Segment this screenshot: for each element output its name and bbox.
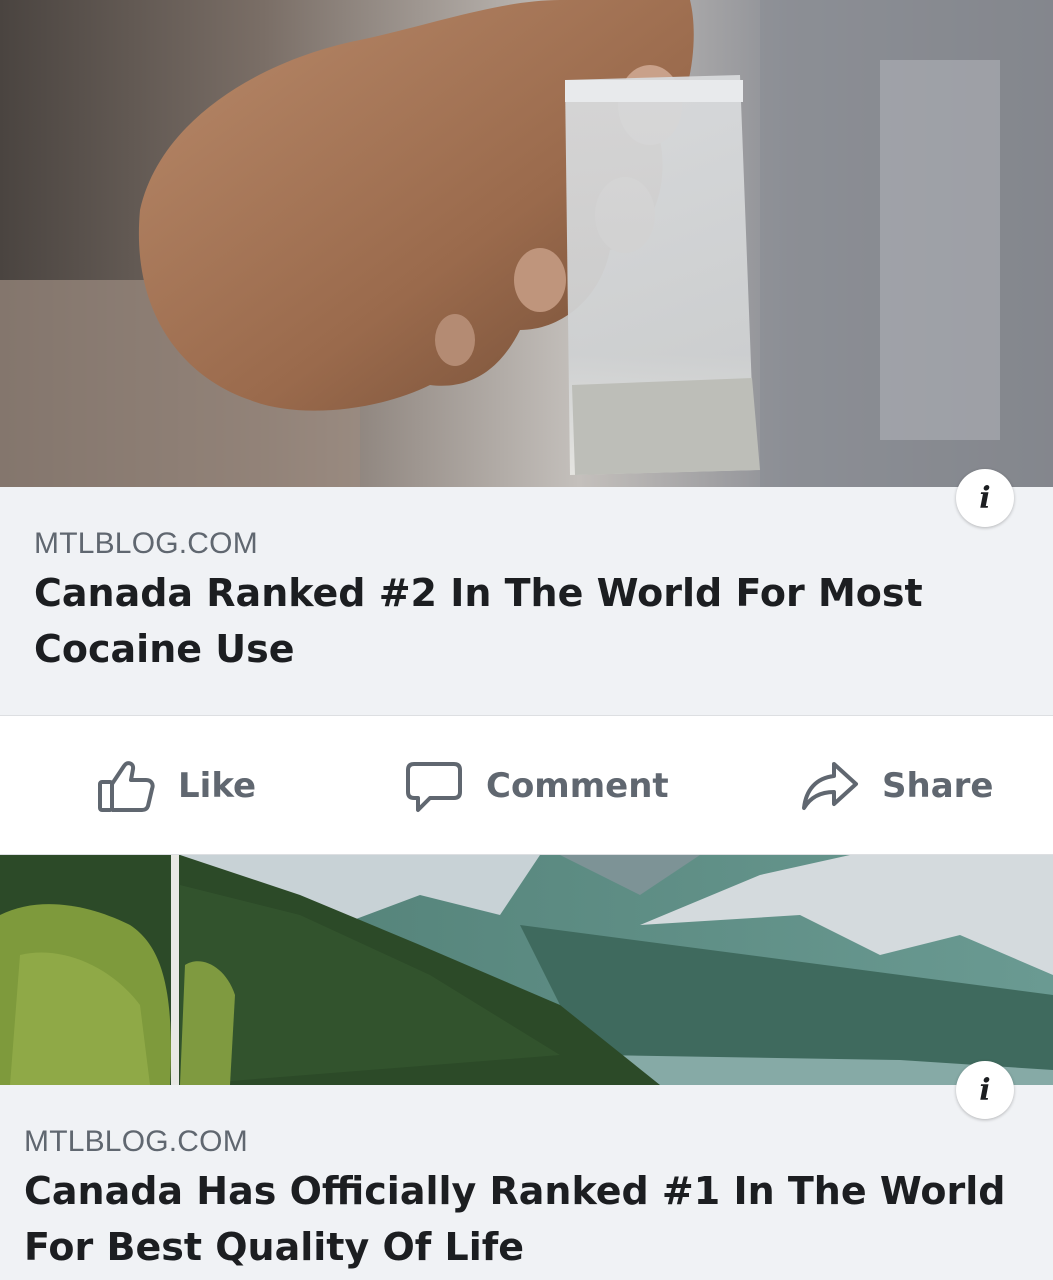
mountain-forest-photo <box>0 855 1053 1085</box>
link-source-domain: MTLBLOG.COM <box>24 1125 248 1158</box>
info-icon[interactable]: i <box>956 469 1014 527</box>
share-arrow-icon <box>802 762 858 810</box>
info-icon[interactable]: i <box>956 1061 1014 1119</box>
comment-bubble-icon <box>406 762 462 812</box>
post-2-image[interactable] <box>0 855 1053 1085</box>
link-headline[interactable]: Canada Ranked #2 In The World For Most C… <box>34 565 1024 677</box>
post-1-image[interactable] <box>0 0 1053 487</box>
post-action-bar: Like Comment Share <box>0 715 1053 855</box>
hand-holding-bag-photo <box>0 0 1053 487</box>
like-label: Like <box>178 766 257 806</box>
post-1-link-preview[interactable]: i MTLBLOG.COM Canada Ranked #2 In The Wo… <box>0 469 1053 715</box>
share-label: Share <box>882 766 994 806</box>
feed: i MTLBLOG.COM Canada Ranked #2 In The Wo… <box>0 0 1053 1280</box>
comment-label: Comment <box>486 766 669 806</box>
thumbs-up-icon <box>98 761 155 812</box>
post-2-link-preview[interactable]: i MTLBLOG.COM Canada Has Officially Rank… <box>0 1061 1053 1280</box>
share-button[interactable]: Share <box>800 716 993 856</box>
comment-button[interactable]: Comment <box>404 716 669 856</box>
link-headline[interactable]: Canada Has Officially Ranked #1 In The W… <box>24 1163 1024 1275</box>
link-source-domain: MTLBLOG.COM <box>34 527 258 560</box>
like-button[interactable]: Like <box>96 716 256 856</box>
